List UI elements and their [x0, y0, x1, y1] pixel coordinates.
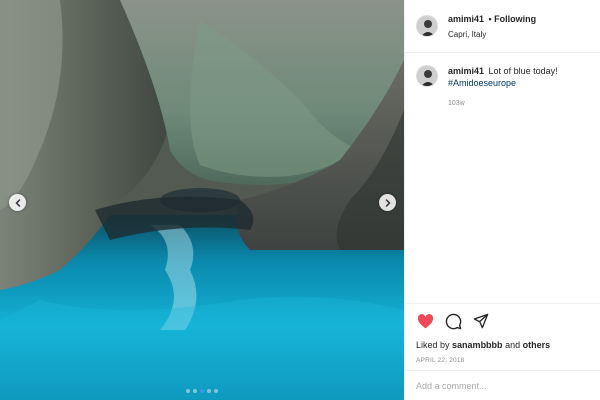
like-button[interactable] — [416, 312, 434, 330]
avatar[interactable] — [416, 65, 438, 87]
avatar-image — [417, 66, 437, 86]
carousel-dot — [214, 389, 218, 393]
carousel-dot — [207, 389, 211, 393]
post-location[interactable]: Capri, Italy — [448, 28, 536, 41]
liked-by-text: Liked by sanambbbb and others — [416, 340, 590, 350]
carousel-indicator — [0, 389, 404, 393]
chevron-right-icon — [385, 198, 391, 207]
share-plane-icon — [473, 313, 489, 329]
liked-by-others[interactable]: others — [523, 340, 551, 350]
post-header: amimi41 • Following Capri, Italy — [405, 0, 600, 53]
comment-input[interactable] — [416, 380, 586, 391]
caption-text: Lot of blue today! — [488, 66, 558, 76]
post-side-panel: amimi41 • Following Capri, Italy amimi41… — [404, 0, 600, 400]
caption: amimi41 Lot of blue today! #Amidoeseurop… — [448, 65, 558, 110]
avatar[interactable] — [416, 15, 438, 37]
previous-photo-button[interactable] — [9, 194, 26, 211]
cave-photo-image — [0, 0, 404, 400]
add-comment-bar — [405, 370, 600, 400]
post-photo[interactable] — [0, 0, 404, 400]
liked-by-user[interactable]: sanambbbb — [452, 340, 503, 350]
liked-by-prefix: Liked by — [416, 340, 450, 350]
post-age: 103w — [448, 100, 465, 107]
post-header-meta: amimi41 • Following Capri, Italy — [448, 11, 536, 41]
post-actions: Liked by sanambbbb and others APRIL 22, … — [405, 303, 600, 364]
carousel-dot — [193, 389, 197, 393]
next-photo-button[interactable] — [379, 194, 396, 211]
chevron-left-icon — [14, 198, 20, 207]
caption-row: amimi41 Lot of blue today! #Amidoeseurop… — [405, 53, 600, 110]
share-button[interactable] — [472, 312, 490, 330]
liked-by-join: and — [505, 340, 521, 350]
action-icons — [416, 312, 590, 330]
comment-bubble-icon — [445, 313, 461, 329]
heart-filled-icon — [417, 313, 433, 328]
post-date: APRIL 22, 2018 — [416, 357, 465, 364]
post-author-username[interactable]: amimi41 — [448, 14, 484, 24]
carousel-dot — [186, 389, 190, 393]
follow-status[interactable]: • Following — [488, 14, 536, 24]
caption-username[interactable]: amimi41 — [448, 66, 484, 76]
caption-hashtag[interactable]: #Amidoeseurope — [448, 77, 558, 89]
carousel-dot-active — [200, 389, 204, 393]
comment-button[interactable] — [444, 312, 462, 330]
avatar-image — [417, 16, 437, 36]
